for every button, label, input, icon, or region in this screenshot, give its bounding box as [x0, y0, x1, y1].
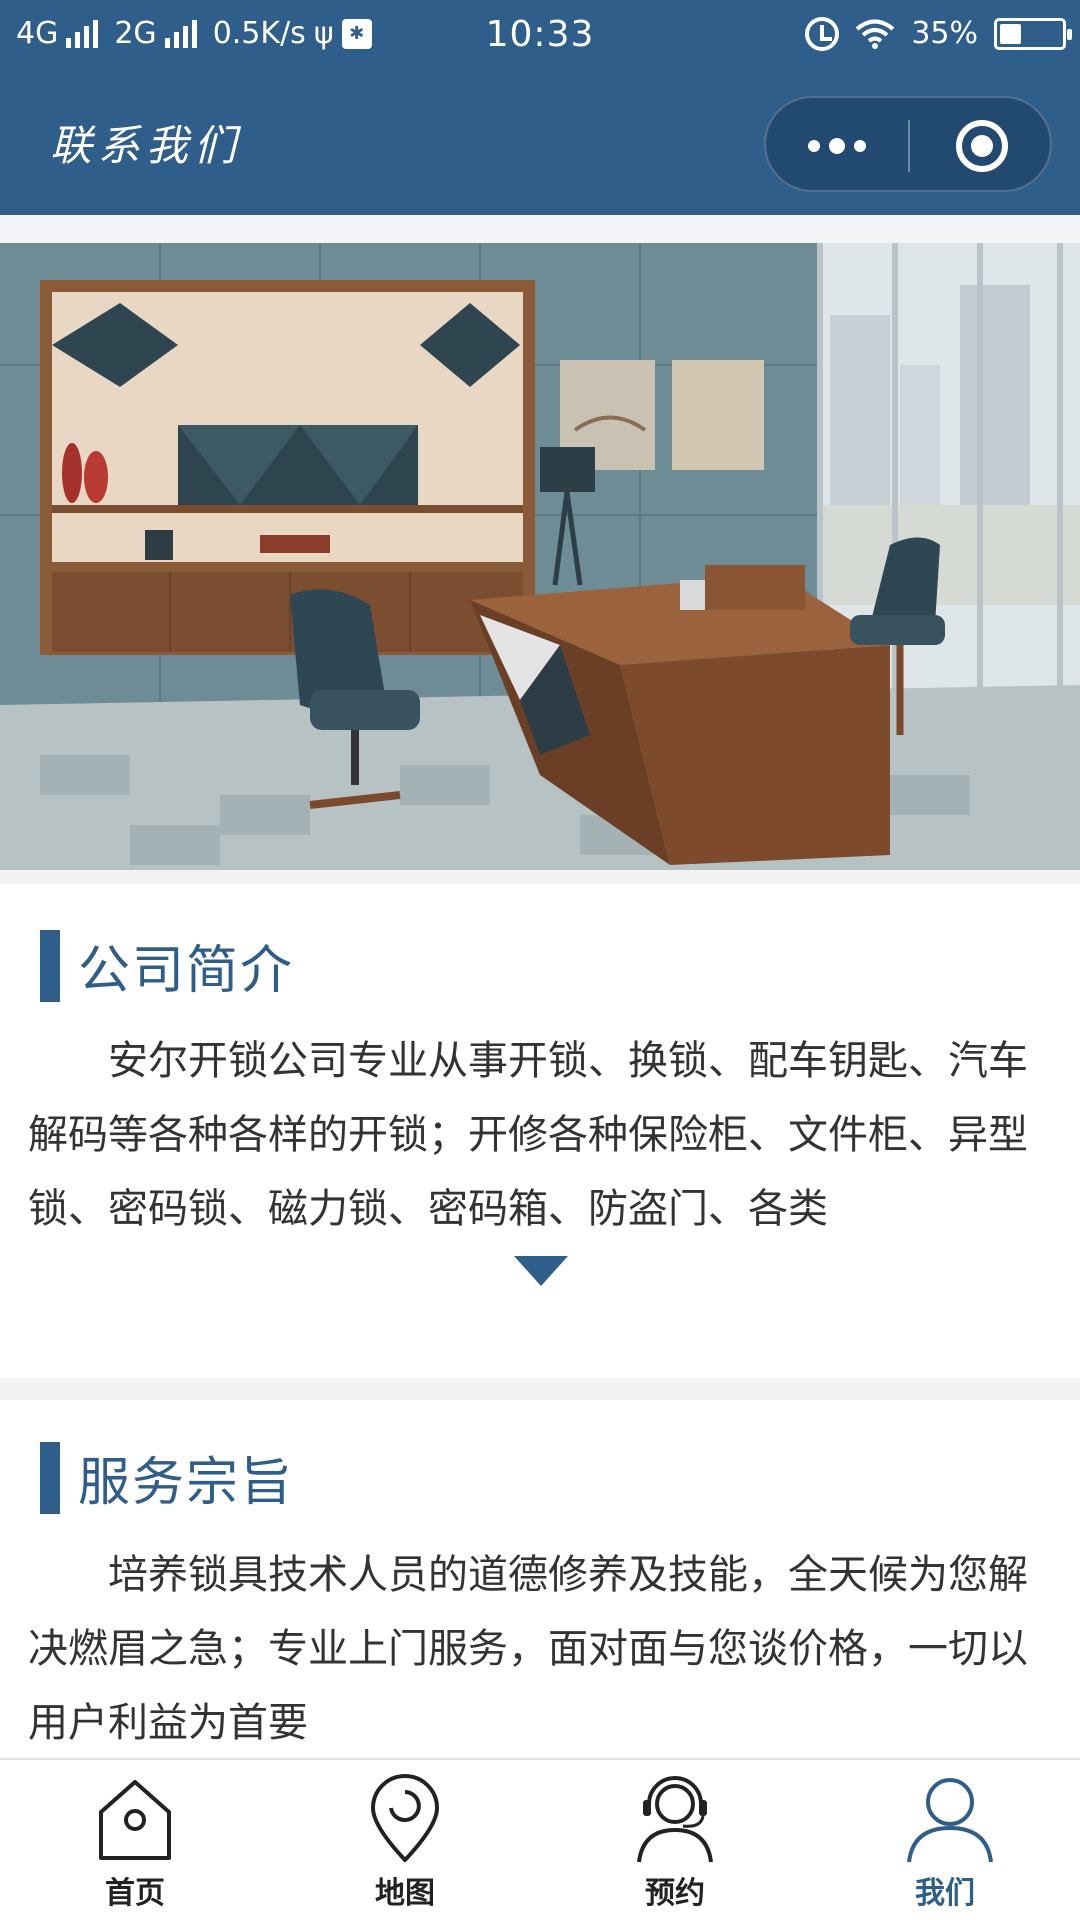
status-bar: 4G 2G 0.5K/s ψ ✱ 10:33 35% ⚡ [0, 0, 1080, 72]
banner-image [0, 215, 1080, 870]
home-icon [99, 1780, 171, 1860]
battery-fill [1000, 23, 1021, 44]
section-separator [0, 1378, 1080, 1400]
target-circle-icon [956, 120, 1008, 172]
tab-label: 首页 [105, 1876, 165, 1911]
more-button[interactable] [766, 98, 908, 194]
tab-map[interactable]: 地图 [270, 1760, 540, 1920]
section-header: 服务宗旨 [40, 1440, 294, 1515]
section-separator [0, 870, 1080, 884]
tab-label: 地图 [375, 1876, 435, 1911]
section-body: 培养锁具技术人员的道德修养及技能，全天候为您解决燃眉之急；专业上门服务，面对面与… [28, 1552, 1028, 1746]
tab-label: 预约 [645, 1876, 705, 1911]
close-button[interactable] [910, 98, 1054, 194]
battery-icon: ⚡ [994, 16, 1072, 50]
section-body: 安尔开锁公司专业从事开锁、换锁、配车钥匙、汽车解码等各种各样的开锁；开修各种保险… [28, 1038, 1028, 1232]
tab-bar: 首页 地图 预约 我们 [0, 1758, 1080, 1920]
headset-icon [637, 1776, 713, 1863]
charging-bolt-icon: ⚡ [1019, 16, 1036, 45]
section-accent-bar [40, 929, 60, 1002]
service-purpose-section: 服务宗旨 培养锁具技术人员的道德修养及技能，全天候为您解决燃眉之急；专业上门服务… [0, 1400, 1080, 1758]
more-dots-icon [808, 140, 820, 152]
more-dots-icon-center [829, 138, 845, 154]
page-title: 联系我们 [50, 121, 243, 170]
mini-program-capsule [764, 96, 1052, 192]
section-header: 公司简介 [40, 928, 294, 1003]
status-right: 35% ⚡ [805, 16, 1072, 51]
tab-label: 我们 [915, 1876, 975, 1911]
tab-about-us[interactable]: 我们 [810, 1760, 1080, 1920]
company-profile-section: 公司简介 安尔开锁公司专业从事开锁、换锁、配车钥匙、汽车解码等各种各样的开锁；开… [0, 884, 1080, 1378]
section-accent-bar [40, 1441, 60, 1514]
battery-percent: 35% [911, 16, 978, 51]
header: 4G 2G 0.5K/s ψ ✱ 10:33 35% ⚡ 联系我们 [0, 0, 1080, 215]
map-pin-icon [371, 1774, 439, 1862]
triangle-down-icon[interactable] [514, 1256, 568, 1286]
wifi-icon [856, 19, 895, 49]
tab-home[interactable]: 首页 [0, 1760, 270, 1920]
alarm-icon [805, 16, 840, 51]
user-icon [907, 1778, 993, 1863]
office-interior-photo [0, 215, 1080, 870]
tab-booking[interactable]: 预约 [540, 1760, 810, 1920]
section-title: 公司简介 [78, 941, 295, 1001]
section-title: 服务宗旨 [78, 1453, 295, 1513]
more-dots-icon-right [854, 140, 866, 152]
